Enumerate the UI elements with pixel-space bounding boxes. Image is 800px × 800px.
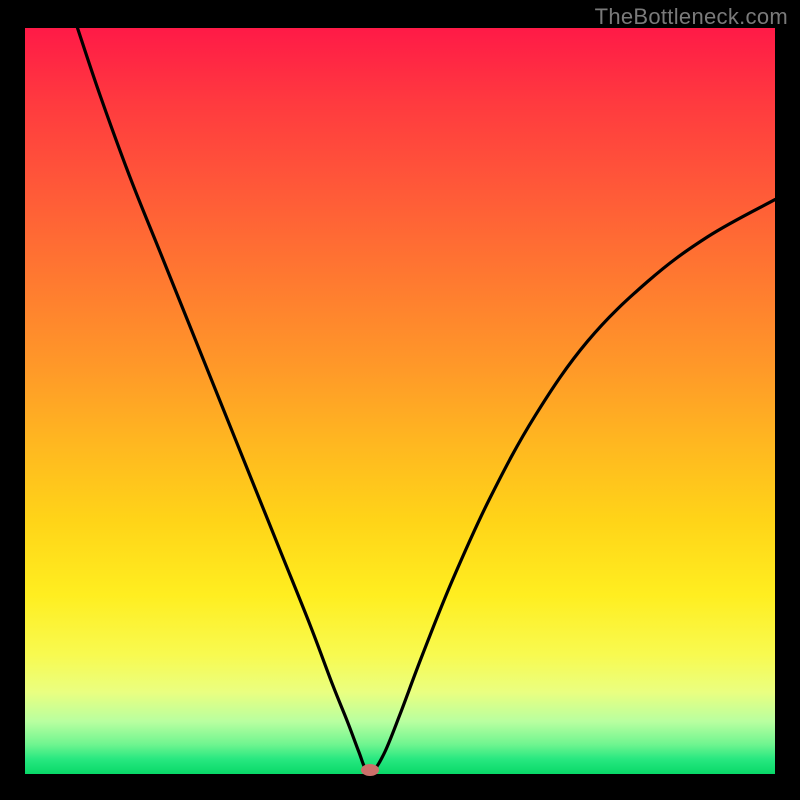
plot-area <box>25 28 775 774</box>
optimum-marker <box>361 764 379 776</box>
watermark-text: TheBottleneck.com <box>595 4 788 30</box>
bottleneck-curve <box>25 28 775 774</box>
chart-frame: TheBottleneck.com <box>0 0 800 800</box>
